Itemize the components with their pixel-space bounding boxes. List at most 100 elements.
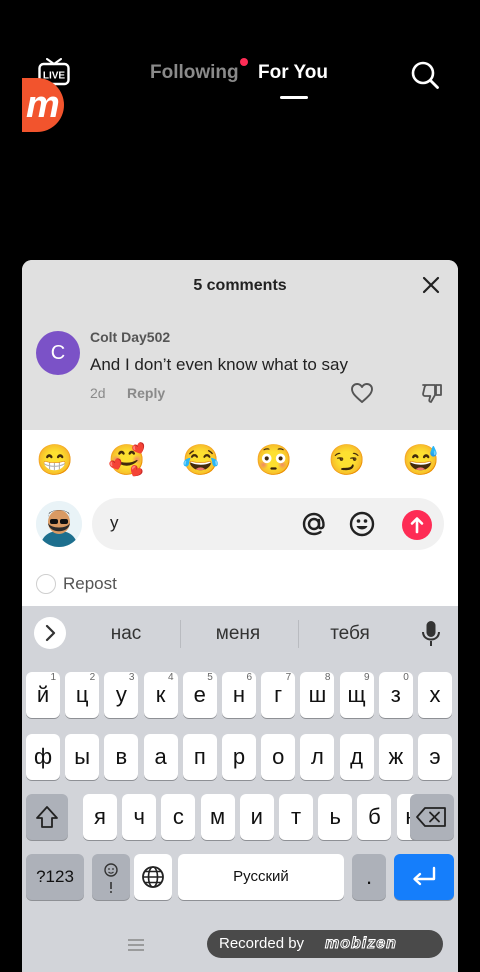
key-у[interactable]: у3	[104, 672, 139, 718]
key-number-hint: 6	[246, 672, 252, 683]
search-icon[interactable]	[410, 60, 440, 90]
repost-checkbox[interactable]	[36, 574, 56, 594]
emoji-smirk[interactable]: 😏	[328, 444, 365, 478]
emoji-grin[interactable]: 😁	[36, 444, 73, 478]
key-label: ь	[329, 804, 341, 829]
key-р[interactable]: р	[222, 734, 256, 780]
key-label: т	[290, 804, 302, 829]
key-label: д	[350, 744, 364, 769]
send-button[interactable]	[402, 510, 432, 540]
key-number-hint: 7	[285, 672, 292, 683]
top-nav: LIVE m Following For You	[0, 0, 480, 132]
comment-input-value: у	[110, 513, 119, 532]
key-label: а	[154, 744, 167, 769]
emoji-laugh[interactable]: 😂	[182, 444, 219, 478]
heart-icon[interactable]	[350, 382, 374, 404]
menu-icon[interactable]	[128, 938, 144, 952]
emoji-flushed[interactable]: 😳	[255, 444, 292, 478]
key-ы[interactable]: ы	[65, 734, 100, 780]
key-и[interactable]: и	[239, 794, 274, 840]
user-avatar-image	[36, 501, 82, 547]
repost-row[interactable]: Repost	[22, 562, 458, 606]
return-key[interactable]	[394, 854, 454, 900]
microphone-icon[interactable]	[420, 620, 442, 648]
backspace-key[interactable]	[410, 794, 454, 840]
key-ш[interactable]: ш8	[300, 672, 335, 718]
close-icon[interactable]	[420, 274, 442, 296]
emoji-sweat-smile[interactable]: 😅	[402, 444, 439, 478]
key-number-hint: 9	[364, 672, 370, 683]
key-х[interactable]: х	[418, 672, 452, 718]
key-label: ы	[74, 744, 91, 769]
key-label: ц	[75, 682, 89, 707]
key-label: о	[272, 744, 285, 769]
key-label: х	[429, 682, 441, 707]
key-а[interactable]: а	[143, 734, 178, 780]
recorder-logo[interactable]: m	[22, 78, 64, 132]
period-key[interactable]: .	[352, 854, 386, 900]
tab-for-you[interactable]: For You	[258, 62, 328, 84]
key-label: л	[310, 744, 324, 769]
space-key[interactable]: Русский	[178, 854, 344, 900]
key-ф[interactable]: ф	[26, 734, 60, 780]
key-number-hint: 8	[324, 672, 331, 683]
commenter-avatar[interactable]: C	[36, 331, 80, 375]
key-ь[interactable]: ь	[318, 794, 353, 840]
key-л[interactable]: л	[300, 734, 335, 780]
dislike-icon[interactable]	[420, 382, 444, 404]
suggestion-3[interactable]: тебя	[310, 623, 390, 645]
numbers-key[interactable]: ?123	[26, 854, 84, 900]
key-label: з	[390, 682, 401, 707]
key-я[interactable]: я	[83, 794, 117, 840]
key-э[interactable]: э	[418, 734, 452, 780]
repost-label: Repost	[63, 574, 117, 593]
key-ч[interactable]: ч	[122, 794, 157, 840]
key-label: п	[193, 744, 206, 769]
smile-icon[interactable]	[348, 510, 376, 538]
language-key[interactable]	[134, 854, 172, 900]
key-ж[interactable]: ж	[378, 734, 413, 780]
key-е[interactable]: е5	[182, 672, 217, 718]
comment-input[interactable]: у	[92, 498, 444, 550]
key-number-hint: 3	[128, 672, 135, 683]
key-н[interactable]: н6	[222, 672, 256, 718]
key-label: э	[429, 744, 441, 769]
watermark-logo: mobizen	[325, 935, 397, 953]
at-icon[interactable]	[300, 510, 328, 538]
key-number-hint: 1	[50, 672, 56, 683]
key-т[interactable]: т	[279, 794, 313, 840]
commenter-name[interactable]: Colt Day502	[90, 329, 170, 345]
shift-key[interactable]	[26, 794, 68, 840]
chevron-right-icon	[45, 624, 56, 642]
suggestion-divider	[298, 620, 299, 648]
emoji-key[interactable]	[92, 854, 130, 900]
recorder-logo-letter: m	[26, 84, 60, 126]
key-в[interactable]: в	[104, 734, 139, 780]
send-arrow-icon	[410, 517, 424, 534]
tab-following[interactable]: Following	[150, 62, 239, 84]
key-з[interactable]: з0	[378, 672, 413, 718]
key-к[interactable]: к4	[143, 672, 178, 718]
key-label: й	[36, 682, 50, 707]
shift-icon	[36, 806, 58, 828]
comment-text: And I don’t even know what to say	[90, 355, 348, 374]
user-avatar[interactable]	[36, 501, 82, 547]
key-щ[interactable]: щ9	[339, 672, 374, 718]
key-label: щ	[347, 682, 366, 707]
key-о[interactable]: о	[261, 734, 296, 780]
suggestion-1[interactable]: нас	[86, 623, 166, 645]
return-icon	[413, 866, 436, 886]
suggestion-2[interactable]: меня	[198, 623, 278, 645]
suggestion-expand-button[interactable]	[34, 617, 66, 649]
emoji-hearts[interactable]: 🥰	[108, 444, 145, 478]
key-м[interactable]: м	[200, 794, 235, 840]
key-й[interactable]: й1	[26, 672, 60, 718]
reply-button[interactable]: Reply	[127, 385, 165, 401]
key-с[interactable]: с	[161, 794, 196, 840]
key-б[interactable]: б	[357, 794, 392, 840]
key-г[interactable]: г7	[261, 672, 296, 718]
key-п[interactable]: п	[182, 734, 217, 780]
key-label: н	[232, 682, 246, 707]
key-д[interactable]: д	[339, 734, 374, 780]
key-ц[interactable]: ц2	[65, 672, 100, 718]
